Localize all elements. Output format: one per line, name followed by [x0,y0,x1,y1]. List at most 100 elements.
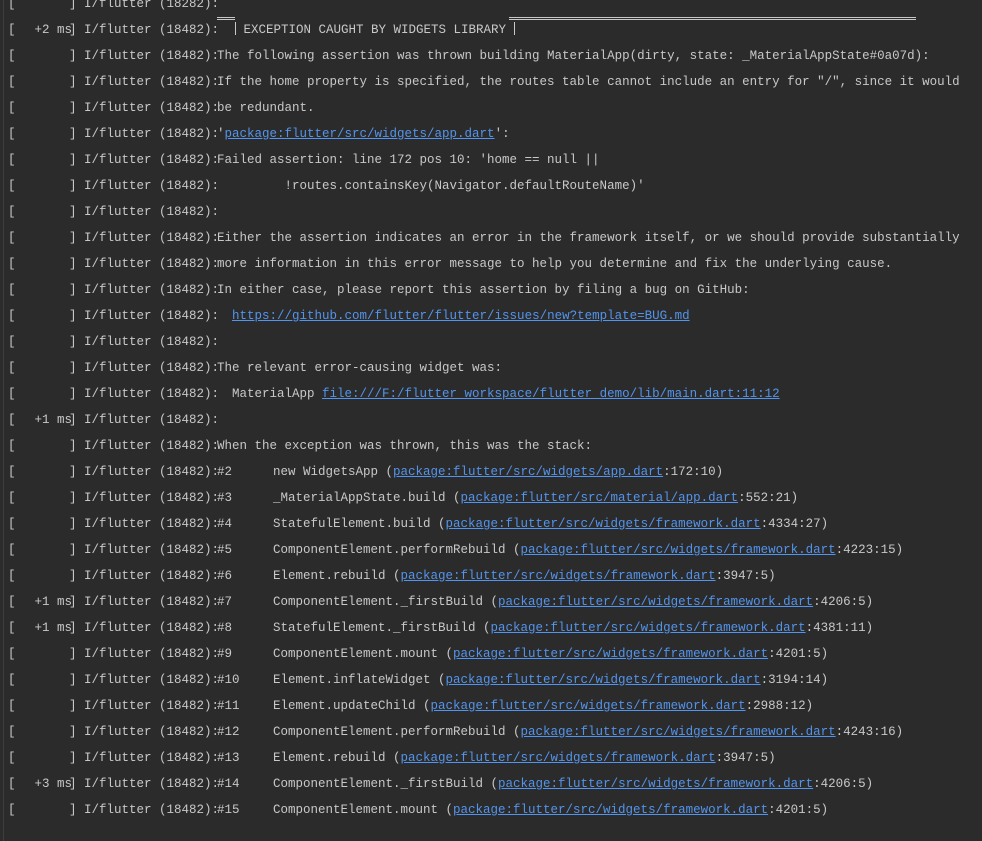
bracket-open: [ [8,127,16,141]
source-link[interactable]: package:flutter/src/widgets/app.dart [393,465,663,479]
bracket-close: ] [69,673,77,687]
process-id: (18482): [159,23,220,37]
process-id: (18482): [159,647,220,661]
source-link[interactable]: package:flutter/src/widgets/framework.da… [498,777,813,791]
source-link[interactable]: package:flutter/src/widgets/framework.da… [453,647,768,661]
log-tag-name: I/flutter [84,569,152,583]
stack-frame: #13 Element.rebuild (package:flutter/src/… [217,745,776,771]
source-link[interactable]: package:flutter/src/material/app.dart [461,491,739,505]
stack-frame: #8 StatefulElement._firstBuild (package:f… [217,615,873,641]
bracket-close: ] [69,335,77,349]
source-link[interactable]: package:flutter/src/widgets/framework.da… [521,725,836,739]
log-line: [] I/flutter (18482): https://github.com/… [0,303,982,329]
source-link[interactable]: package:flutter/src/widgets/framework.da… [446,673,761,687]
bracket-close: ] [69,777,77,791]
process-id: (18482): [159,517,220,531]
log-tag-name: I/flutter [84,179,152,193]
log-tag: I/flutter (18482): [84,251,219,277]
log-tag: I/flutter (18482): [84,641,219,667]
bracket-close: ] [69,595,77,609]
log-tag-name: I/flutter [84,647,152,661]
log-line: [] I/flutter (18482): #10 Element.inflateWi… [0,667,982,693]
log-tag-name: I/flutter [84,673,152,687]
log-line: [] I/flutter (18482): #4 StatefulElement.bu… [0,511,982,537]
frame-call: Element.rebuild ( [273,751,401,765]
log-tag-name: I/flutter [84,413,152,427]
header-rule-left [217,17,235,20]
bracket-open: [ [8,387,16,401]
bracket-close: ] [69,387,77,401]
bracket-close: ] [69,205,77,219]
console-output[interactable]: [] I/flutter (18282): [+2 ms] I/flutter (18… [0,0,982,841]
log-line: [+1 ms] I/flutter (18482): #8 StatefulEleme… [0,615,982,641]
header-rule-right [509,17,916,20]
log-tag: I/flutter (18482): [84,121,219,147]
source-link[interactable]: package:flutter/src/widgets/framework.da… [453,803,768,817]
log-tag: I/flutter (18482): [84,615,219,641]
elapsed-time: +1 ms [34,595,72,609]
elapsed-time: +3 ms [34,777,72,791]
source-link[interactable]: package:flutter/src/widgets/framework.da… [491,621,806,635]
stack-frame: #10 Element.inflateWidget (package:flutte… [217,667,828,693]
process-id: (18482): [159,621,220,635]
process-id: (18482): [159,699,220,713]
exception-header-text: EXCEPTION CAUGHT BY WIDGETS LIBRARY [243,23,507,37]
log-message: When the exception was thrown, this was … [217,439,593,453]
log-tag-name: I/flutter [84,283,152,297]
log-message: be redundant. [217,101,315,115]
bracket-close: ] [69,465,77,479]
frame-location: :3194:14) [760,673,829,687]
process-id: (18482): [159,309,220,323]
process-id: (18482): [159,75,220,89]
process-id: (18482): [159,335,220,349]
process-id: (18482): [159,595,220,609]
log-tag: I/flutter (18482): [84,589,219,615]
log-tag: I/flutter (18482): [84,485,219,511]
frame-location: :4334:27) [760,517,829,531]
bracket-close: ] [69,439,77,453]
log-tag-name: I/flutter [84,803,152,817]
frame-number: #12 [217,725,240,739]
frame-number: #8 [217,621,233,635]
bracket-open: [ [8,439,16,453]
frame-number: #9 [217,647,233,661]
bracket-close: ] [69,543,77,557]
message-link[interactable]: package:flutter/src/widgets/app.dart [225,127,495,141]
process-id: (18482): [159,257,220,271]
frame-call: ComponentElement.performRebuild ( [273,725,521,739]
log-tag: I/flutter (18482): [84,511,219,537]
frame-number: #6 [217,569,233,583]
log-tag: I/flutter (18482): [84,745,219,771]
bracket-close: ] [69,309,77,323]
source-link[interactable]: package:flutter/src/widgets/framework.da… [446,517,761,531]
stack-frame: #5 ComponentElement.performRebuild (packa… [217,537,903,563]
bracket-open: [ [8,0,16,11]
elapsed-time: +1 ms [34,621,72,635]
bracket-open: [ [8,647,16,661]
log-tag-name: I/flutter [84,361,152,375]
bracket-close: ] [69,491,77,505]
log-line: [] I/flutter (18482): The following assert… [0,43,982,69]
log-message: If the home property is specified, the r… [217,75,960,89]
log-line: [] I/flutter (18482):'package:flutter/src… [0,121,982,147]
source-link[interactable]: package:flutter/src/widgets/framework.da… [401,569,716,583]
source-link[interactable]: package:flutter/src/widgets/framework.da… [431,699,746,713]
process-id: (18482): [159,205,220,219]
log-tag: I/flutter (18482): [84,303,219,329]
stack-frame: #11 Element.updateChild (package:flutter/… [217,693,813,719]
log-line: [] I/flutter (18482): be redundant. [0,95,982,121]
process-id: (18482): [159,491,220,505]
log-line: [+1 ms] I/flutter (18482): #7 ComponentElem… [0,589,982,615]
message-link[interactable]: https://github.com/flutter/flutter/issue… [232,309,690,323]
source-link[interactable]: package:flutter/src/widgets/framework.da… [521,543,836,557]
log-tag: I/flutter (18482): [84,17,219,43]
log-tag-name: I/flutter [84,101,152,115]
stack-frame: #3 _MaterialAppState.build (package:flutt… [217,485,798,511]
bracket-close: ] [69,725,77,739]
bracket-open: [ [8,361,16,375]
bracket-open: [ [8,75,16,89]
source-link[interactable]: package:flutter/src/widgets/framework.da… [401,751,716,765]
log-line: [] I/flutter (18482): [0,199,982,225]
source-link[interactable]: package:flutter/src/widgets/framework.da… [498,595,813,609]
message-link[interactable]: file:///F:/flutter_workspace/flutter_dem… [322,387,780,401]
